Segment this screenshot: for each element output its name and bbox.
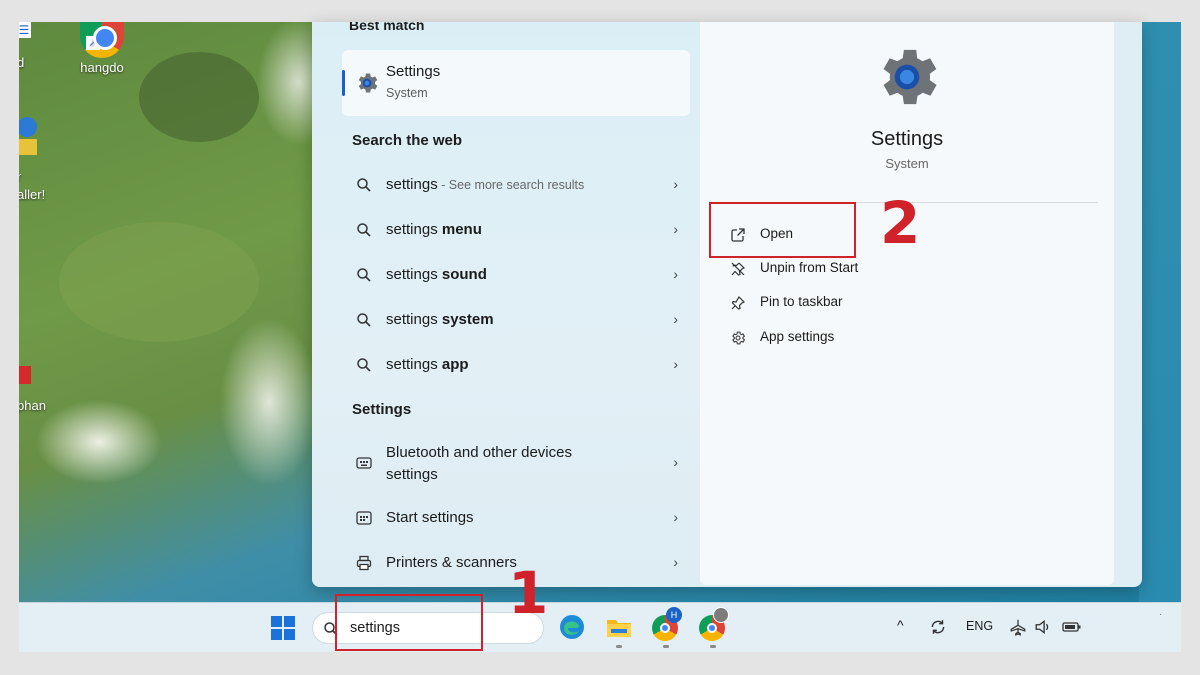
result-detail-pane: Settings System Open Unpin from Start Pi…	[700, 22, 1114, 585]
web-result-suggestion: app	[441, 356, 469, 373]
language-indicator[interactable]: ENG	[966, 619, 993, 633]
detail-title: Settings	[870, 128, 944, 150]
chevron-right-icon: ›	[673, 266, 678, 282]
menu-lines-icon: ☰	[19, 22, 31, 38]
unpin-icon	[731, 262, 746, 276]
settings-result-label: Printers & scanners	[386, 554, 517, 571]
chevron-right-icon: ›	[673, 356, 678, 372]
selection-indicator	[342, 70, 345, 96]
wallpaper-shrub	[139, 52, 259, 142]
running-indicator	[663, 645, 669, 648]
settings-result-label: Start settings	[386, 509, 474, 526]
action-label: Unpin from Start	[760, 260, 859, 275]
best-match-result[interactable]: Settings System	[342, 50, 690, 116]
airplane-mode-icon[interactable]	[1009, 618, 1027, 636]
search-icon	[357, 268, 371, 282]
running-indicator	[616, 645, 622, 648]
running-indicator	[710, 645, 716, 648]
chevron-right-icon: ›	[673, 176, 678, 192]
web-result-item[interactable]: settings app ›	[348, 345, 678, 385]
app-shortcut-icon[interactable]	[19, 366, 31, 384]
web-result-suggestion: menu	[441, 221, 482, 238]
action-label: App settings	[760, 329, 835, 344]
search-web-heading: Search the web	[352, 132, 463, 149]
profile-badge: H	[666, 607, 682, 623]
installer-icon[interactable]	[19, 117, 37, 161]
desktop-shortcut-label: r	[19, 169, 22, 184]
settings-gear-icon	[358, 73, 378, 93]
chevron-right-icon: ›	[673, 454, 678, 470]
shortcut-arrow-icon: ↗	[86, 36, 100, 50]
chevron-right-icon: ›	[673, 221, 678, 237]
chevron-up-icon[interactable]: ^	[897, 617, 904, 633]
chrome-profile-icon[interactable]: H	[652, 607, 682, 641]
wallpaper-field	[59, 222, 259, 342]
start-search-panel: Best match Settings System Search the we…	[312, 22, 1142, 587]
settings-result-bluetooth[interactable]: Bluetooth and other devices settings ›	[348, 438, 678, 488]
annotation-box-search	[335, 594, 483, 651]
desktop-shortcut-label: hangdo	[80, 60, 124, 75]
desktop-shortcut-label: phan	[19, 398, 46, 413]
search-icon	[357, 313, 371, 327]
app-settings-action[interactable]: App settings	[730, 327, 860, 349]
search-icon	[357, 223, 371, 237]
settings-result-start[interactable]: Start settings ›	[348, 498, 678, 538]
sync-icon[interactable]	[929, 618, 947, 636]
settings-gear-icon	[883, 49, 937, 105]
file-explorer-icon[interactable]	[605, 613, 633, 641]
wallpaper-sea	[1139, 22, 1181, 602]
annotation-step-1: 1	[508, 559, 549, 627]
web-result-query: settings	[386, 176, 438, 193]
web-result-query: settings	[386, 266, 442, 283]
desktop-shortcut-label: d	[19, 55, 25, 70]
battery-icon[interactable]	[1062, 619, 1082, 635]
web-result-suggestion: system	[441, 311, 494, 328]
running-indicator	[569, 645, 575, 648]
web-result-query: settings	[386, 221, 442, 238]
web-result-item[interactable]: settings system ›	[348, 300, 678, 340]
web-result-query: settings	[386, 311, 442, 328]
taskbar: settings H ^ ENG ·	[19, 602, 1181, 652]
chevron-right-icon: ›	[673, 554, 678, 570]
web-result-suggestion: sound	[441, 266, 487, 283]
edge-icon[interactable]	[558, 613, 586, 641]
best-match-heading: Best match	[349, 22, 425, 33]
search-icon	[357, 178, 371, 192]
chrome-icon: ↗	[80, 22, 124, 58]
settings-result-label: Bluetooth and other devices settings	[386, 444, 572, 483]
action-label: Pin to taskbar	[760, 294, 843, 309]
desktop-shortcut-label: aller!	[19, 187, 46, 202]
web-result-item[interactable]: settings - See more search results ›	[348, 165, 678, 205]
web-result-hint: - See more search results	[437, 178, 585, 192]
web-result-query: settings	[386, 356, 442, 373]
web-result-item[interactable]: settings menu ›	[348, 210, 678, 250]
chevron-right-icon: ›	[673, 509, 678, 525]
chevron-right-icon: ›	[673, 311, 678, 327]
pin-icon	[731, 296, 746, 310]
clock-fragment: ·	[1159, 609, 1163, 620]
desktop-shortcut-hangdo[interactable]: ↗ hangdo	[67, 22, 137, 75]
windows-start-icon[interactable]	[271, 616, 295, 640]
start-settings-icon	[356, 511, 372, 525]
screenshot-stage: ↗ hangdo ☰ d r aller! phan Best match Se…	[0, 0, 1200, 675]
unpin-from-start-action[interactable]: Unpin from Start	[730, 258, 870, 280]
keyboard-devices-icon	[356, 457, 372, 469]
best-match-subtitle: System	[386, 86, 428, 100]
web-result-item[interactable]: settings sound ›	[348, 255, 678, 295]
search-results-pane: Best match Settings System Search the we…	[312, 22, 700, 587]
settings-section-heading: Settings	[352, 401, 412, 418]
annotation-step-2: 2	[880, 189, 921, 257]
gear-icon	[732, 331, 746, 345]
detail-subtitle: System	[885, 156, 929, 171]
printer-icon	[356, 555, 372, 571]
volume-icon[interactable]	[1034, 618, 1052, 636]
best-match-title: Settings	[386, 63, 441, 80]
search-icon	[357, 358, 371, 372]
annotation-box-open	[709, 202, 856, 258]
pin-to-taskbar-action[interactable]: Pin to taskbar	[730, 292, 860, 314]
avatar	[713, 607, 729, 623]
chrome-icon[interactable]	[699, 607, 729, 641]
